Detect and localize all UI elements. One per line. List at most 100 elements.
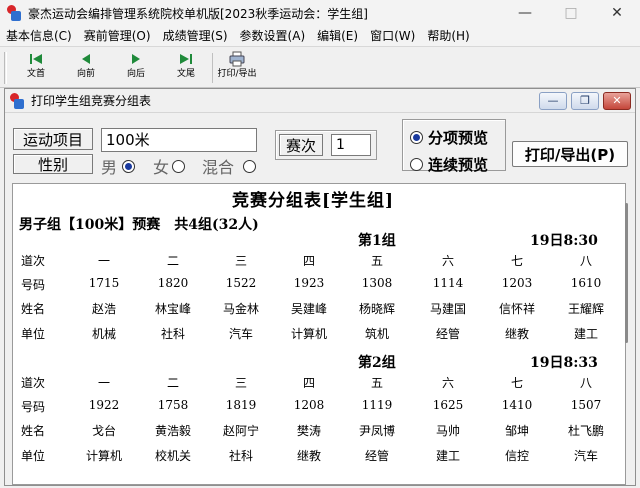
cell-number: 1715 <box>88 276 120 290</box>
cell-name: 林宝峰 <box>154 302 191 316</box>
next-button[interactable]: 向后 <box>111 50 161 86</box>
group-time: 19日8:30 <box>530 233 598 249</box>
child-restore-button[interactable]: ❐ <box>571 91 599 110</box>
event-summary: 男子组【100米】预赛 共4组(32人) <box>19 217 259 233</box>
row-label-number: 号码 <box>21 278 46 292</box>
menu-results[interactable]: 成绩管理(S) <box>157 26 234 46</box>
row-label-lane: 道次 <box>21 376 46 390</box>
cell-unit: 社科 <box>228 449 253 463</box>
next-label: 向后 <box>126 69 145 79</box>
cell-name: 马建国 <box>429 302 466 316</box>
cell-lane: 七 <box>510 376 523 390</box>
gender-mixed-label: 混合 <box>202 158 235 177</box>
cell-number: 1308 <box>361 276 393 290</box>
child-minimize-button[interactable]: — <box>539 91 567 110</box>
event-input[interactable]: 100米 <box>101 128 257 152</box>
preview-separate-label: 分项预览 <box>428 129 489 147</box>
app-icon <box>6 5 22 21</box>
cell-number: 1119 <box>361 398 393 412</box>
preview-continuous-label: 连续预览 <box>428 156 489 174</box>
preview-continuous-radio[interactable] <box>410 158 423 171</box>
cell-unit: 建工 <box>573 327 598 341</box>
minimize-button[interactable]: — <box>502 0 548 26</box>
cell-lane: 一 <box>97 254 110 268</box>
row-label-number: 号码 <box>21 400 46 414</box>
row-label-unit: 单位 <box>21 449 46 463</box>
menu-help[interactable]: 帮助(H) <box>421 26 475 46</box>
menu-pre-match[interactable]: 赛前管理(O) <box>78 26 157 46</box>
cell-number: 1114 <box>432 276 464 290</box>
cell-number: 1410 <box>501 398 533 412</box>
cell-lane: 四 <box>302 376 315 390</box>
menu-edit[interactable]: 编辑(E) <box>311 26 364 46</box>
menu-bar: 基本信息(C) 赛前管理(O) 成绩管理(S) 参数设置(A) 编辑(E) 窗口… <box>0 26 640 46</box>
cell-number: 1507 <box>570 398 602 412</box>
last-icon <box>178 50 194 68</box>
cell-unit: 经管 <box>364 449 389 463</box>
menu-window[interactable]: 窗口(W) <box>364 26 421 46</box>
child-title-bar: 打印学生组竞赛分组表 — ❐ ✕ <box>5 89 635 113</box>
row-label-name: 姓名 <box>21 424 46 438</box>
cell-number: 1522 <box>225 276 257 290</box>
print-export-main-button[interactable]: 打印/导出(P) <box>512 141 628 167</box>
cell-lane: 六 <box>441 376 454 390</box>
scrollbar-thumb[interactable] <box>625 203 628 343</box>
child-close-button[interactable]: ✕ <box>603 91 631 110</box>
cell-name: 赵浩 <box>91 302 116 316</box>
cell-number: 1820 <box>157 276 189 290</box>
prev-button[interactable]: 向前 <box>61 50 111 86</box>
cell-name: 吴建峰 <box>290 302 327 316</box>
cell-number: 1208 <box>293 398 325 412</box>
next-icon <box>128 50 144 68</box>
cell-unit: 校机关 <box>154 449 191 463</box>
preview-separate-radio[interactable] <box>410 131 423 144</box>
row-label-unit: 单位 <box>21 327 46 341</box>
group-time: 19日8:33 <box>530 355 598 371</box>
last-button[interactable]: 文尾 <box>161 50 211 86</box>
cell-unit: 机械 <box>91 327 116 341</box>
gender-male-radio[interactable] <box>122 160 135 173</box>
row-label-name: 姓名 <box>21 302 46 316</box>
cell-name: 黄浩毅 <box>154 424 191 438</box>
cell-name: 赵阿宁 <box>222 424 259 438</box>
event-label: 运动项目 <box>13 128 93 150</box>
toolbar: 文首 向前 向后 文尾 打印/导出 <box>0 46 640 88</box>
cell-unit: 继教 <box>504 327 529 341</box>
cell-number: 1922 <box>88 398 120 412</box>
first-button[interactable]: 文首 <box>11 50 61 86</box>
print-export-button[interactable]: 打印/导出 <box>212 50 262 86</box>
gender-mixed-radio[interactable] <box>243 160 256 173</box>
cell-name: 马金林 <box>222 302 259 316</box>
gender-female-label: 女 <box>153 158 170 177</box>
maximize-button[interactable]: □ <box>548 0 594 26</box>
cell-name: 王耀辉 <box>567 302 604 316</box>
cell-unit: 筑机 <box>364 327 389 341</box>
app-title-bar: 豪杰运动会编排管理系统院校单机版[2023秋季运动会：学生组] — □ ✕ <box>0 0 640 26</box>
cell-unit: 经管 <box>435 327 460 341</box>
cell-name: 尹凤博 <box>358 424 395 438</box>
toolbar-grip[interactable] <box>4 52 7 84</box>
report-scrollbar[interactable] <box>619 183 633 485</box>
print-export-label: 打印/导出 <box>217 69 257 79</box>
gender-female-radio[interactable] <box>172 160 185 173</box>
prev-icon <box>78 50 94 68</box>
heat-input[interactable]: 1 <box>331 134 371 156</box>
row-label-lane: 道次 <box>21 254 46 268</box>
cell-number: 1625 <box>432 398 464 412</box>
report-area: 竞赛分组表[学生组] 男子组【100米】预赛 共4组(32人) 第1组 19日8:… <box>12 183 626 485</box>
gender-male-label: 男 <box>101 158 118 177</box>
last-label: 文尾 <box>176 69 195 79</box>
cell-lane: 八 <box>579 254 592 268</box>
cell-unit: 建工 <box>435 449 460 463</box>
cell-lane: 四 <box>302 254 315 268</box>
cell-number: 1203 <box>501 276 533 290</box>
cell-lane: 五 <box>370 376 383 390</box>
heat-label: 赛次 <box>279 134 323 156</box>
cell-name: 信怀祥 <box>498 302 535 316</box>
cell-number: 1819 <box>225 398 257 412</box>
menu-basic-info[interactable]: 基本信息(C) <box>0 26 78 46</box>
cell-lane: 一 <box>97 376 110 390</box>
controls-panel: 运动项目 100米 性别 男 女 混合 赛次 1 分项预览 连续预览 打印/导出… <box>5 114 635 177</box>
menu-settings[interactable]: 参数设置(A) <box>234 26 312 46</box>
close-button[interactable]: ✕ <box>594 0 640 26</box>
